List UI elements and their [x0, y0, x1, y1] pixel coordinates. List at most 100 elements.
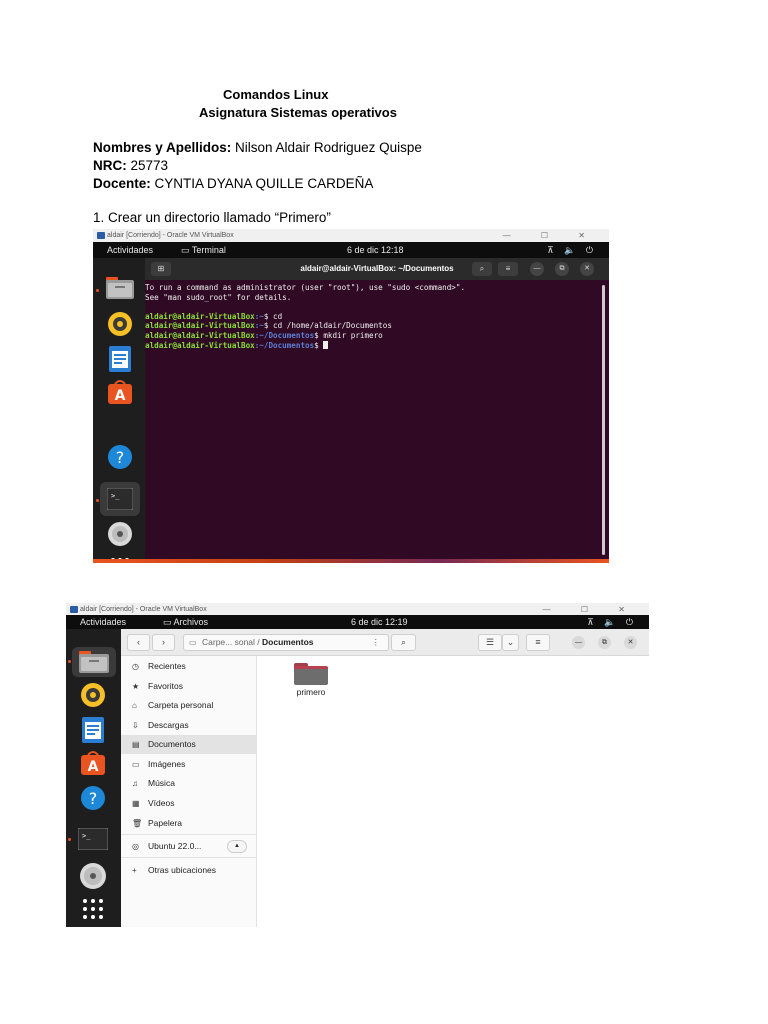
virtualbox-window-title: aldair [Corriendo] - Oracle VM VirtualBo…: [80, 606, 207, 613]
sidebar-item-label: Música: [148, 778, 175, 788]
terminal-title: aldair@aldair-VirtualBox: ~/Documentos: [300, 264, 454, 273]
document-subtitle: Asignatura Sistemas operativos: [199, 105, 397, 120]
menu-button[interactable]: ≡: [526, 634, 550, 651]
terminal-window[interactable]: ⊞ aldair@aldair-VirtualBox: ~/Documentos…: [145, 258, 609, 563]
sidebar-item-label: Otras ubicaciones: [148, 865, 217, 875]
path-menu-icon[interactable]: ⋮: [372, 635, 381, 650]
terminal-output[interactable]: To run a command as administrator (user …: [145, 280, 609, 563]
folder-icon[interactable]: [294, 663, 328, 685]
files-icon[interactable]: [79, 651, 109, 673]
minimize-button[interactable]: —: [572, 636, 585, 649]
new-tab-button[interactable]: ⊞: [151, 262, 171, 276]
document-title: Comandos Linux: [223, 87, 329, 102]
sidebar-item-documents[interactable]: ▤ Documentos: [121, 735, 257, 754]
maximize-button[interactable]: ⧉: [555, 262, 569, 276]
minimize-button[interactable]: —: [530, 262, 544, 276]
dock: A ? >_: [93, 258, 145, 563]
field-name: Nombres y Apellidos: Nilson Aldair Rodri…: [93, 140, 422, 155]
clock[interactable]: 6 de dic 12:19: [351, 615, 408, 629]
command: $: [314, 340, 324, 350]
dock: A ? >_: [66, 629, 121, 927]
maximize-button[interactable]: ⧉: [598, 636, 611, 649]
eject-icon[interactable]: ▲: [227, 840, 247, 853]
sidebar-item-videos[interactable]: ▦ Vídeos: [121, 794, 257, 813]
view-options-button[interactable]: ⌄: [502, 634, 519, 651]
film-icon: ▦: [132, 799, 140, 808]
sidebar-item-label: Recientes: [148, 661, 186, 671]
rhythmbox-icon[interactable]: [107, 311, 133, 337]
disc-icon[interactable]: [107, 521, 133, 547]
app-menu-files[interactable]: ▭ Archivos: [163, 615, 208, 629]
sidebar-item-home[interactable]: ⌂ Carpeta personal: [121, 696, 257, 715]
path-parent[interactable]: Carpe... sonal: [202, 637, 255, 647]
writer-icon[interactable]: [109, 346, 131, 372]
activities-button[interactable]: Actividades: [80, 615, 126, 629]
field-nrc-label: NRC:: [93, 158, 127, 173]
svg-text:>_: >_: [111, 492, 120, 500]
sidebar-item-label: Documentos: [148, 739, 196, 749]
close-button[interactable]: ✕: [580, 262, 594, 276]
prompt-dir: :~: [254, 311, 264, 321]
app-menu-terminal[interactable]: ▭ Terminal: [181, 242, 226, 258]
folder-name[interactable]: primero: [287, 687, 335, 697]
step-1-text: 1. Crear un directorio llamado “Primero”: [93, 210, 331, 225]
files-sidebar: ◷ Recientes ★ Favoritos ⌂ Carpeta personal …: [121, 656, 257, 927]
window-controls[interactable]: — ☐ ✕: [503, 229, 599, 242]
software-icon[interactable]: A: [108, 380, 132, 404]
sidebar-item-ubuntu-drive[interactable]: ◎ Ubuntu 22.0... ▲: [121, 837, 257, 856]
terminal-line: To run a command as administrator (user …: [145, 283, 466, 292]
active-dot: [96, 499, 99, 502]
files-window: ‹ › ▭ Carpe... sonal / Documentos ⋮ ⌕ ☰ …: [121, 629, 649, 927]
download-icon: ⇩: [132, 721, 139, 730]
menu-button[interactable]: ≡: [498, 262, 518, 276]
gnome-top-bar: Actividades ▭ Archivos 6 de dic 12:19 ⊼ …: [66, 615, 649, 629]
files-icon[interactable]: [106, 277, 134, 299]
back-button[interactable]: ‹: [127, 634, 150, 651]
writer-icon[interactable]: [82, 717, 104, 743]
sidebar-item-label: Carpeta personal: [148, 700, 214, 710]
home-icon: ⌂: [132, 701, 137, 710]
software-icon[interactable]: A: [81, 751, 105, 775]
clock-icon: ◷: [132, 662, 139, 671]
terminal-icon[interactable]: >_: [78, 828, 108, 850]
app-grid-icon[interactable]: [82, 898, 104, 920]
command: $ mkdir primero: [314, 330, 383, 340]
system-tray[interactable]: ⊼ 🔈 ⏻: [547, 242, 597, 258]
sidebar-item-music[interactable]: ♫ Música: [121, 774, 257, 793]
help-icon[interactable]: ?: [80, 785, 106, 811]
virtualbox-titlebar: aldair [Corriendo] - Oracle VM VirtualBo…: [93, 229, 609, 242]
system-tray[interactable]: ⊼ 🔈 ⏻: [587, 615, 637, 629]
scrollbar[interactable]: [602, 285, 605, 555]
path-bar[interactable]: ▭ Carpe... sonal / Documentos ⋮: [183, 634, 389, 651]
active-dot: [68, 660, 71, 663]
close-button[interactable]: ✕: [624, 636, 637, 649]
list-view-button[interactable]: ☰: [478, 634, 502, 651]
terminal-icon[interactable]: >_: [107, 488, 133, 510]
sidebar-item-downloads[interactable]: ⇩ Descargas: [121, 716, 257, 735]
sidebar-item-pictures[interactable]: ▭ Imágenes: [121, 755, 257, 774]
forward-button[interactable]: ›: [152, 634, 175, 651]
sidebar-item-other-locations[interactable]: + Otras ubicaciones: [121, 861, 257, 880]
search-button[interactable]: ⌕: [472, 262, 492, 276]
activities-button[interactable]: Actividades: [107, 242, 153, 258]
prompt-dir: :~/Documentos: [254, 340, 315, 350]
star-icon: ★: [132, 682, 140, 691]
sidebar-item-recent[interactable]: ◷ Recientes: [121, 657, 257, 676]
command: $ cd: [263, 311, 283, 321]
sidebar-item-label: Ubuntu 22.0...: [148, 841, 202, 851]
sidebar-item-label: Papelera: [148, 818, 183, 828]
path-separator: /: [254, 637, 263, 647]
terminal-line: aldair@aldair-VirtualBox:~$ cd /home/ald…: [145, 321, 609, 331]
folder-icon: ▭: [189, 638, 197, 647]
disc-icon[interactable]: [78, 861, 108, 891]
virtualbox-window-title: aldair [Corriendo] - Oracle VM VirtualBo…: [107, 232, 234, 239]
sidebar-item-trash[interactable]: 🗑 Papelera: [121, 814, 257, 833]
path-current[interactable]: Documentos: [262, 637, 313, 647]
drive-icon: ◎: [132, 842, 139, 851]
search-button[interactable]: ⌕: [391, 634, 416, 651]
rhythmbox-icon[interactable]: [80, 682, 106, 708]
clock[interactable]: 6 de dic 12:18: [347, 242, 404, 258]
sidebar-divider: [121, 857, 257, 858]
help-icon[interactable]: ?: [107, 444, 133, 470]
sidebar-item-starred[interactable]: ★ Favoritos: [121, 677, 257, 696]
